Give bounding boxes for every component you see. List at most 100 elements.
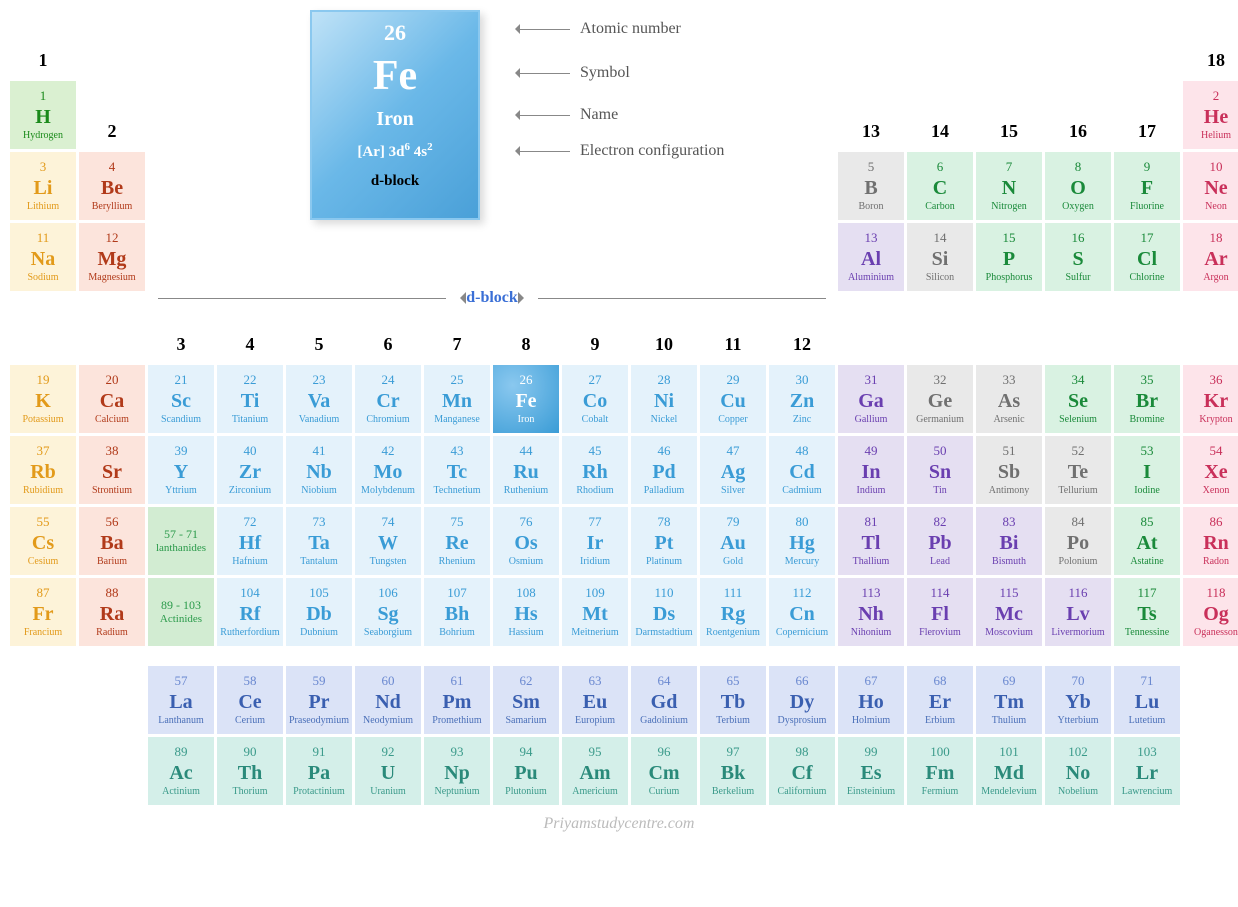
element-Lr[interactable]: 103LrLawrencium [1114, 737, 1180, 805]
element-Bk[interactable]: 97BkBerkelium [700, 737, 766, 805]
element-Mc[interactable]: 115McMoscovium [976, 578, 1042, 646]
element-Er[interactable]: 68ErErbium [907, 666, 973, 734]
element-Tl[interactable]: 81TlThallium [838, 507, 904, 575]
element-Se[interactable]: 34SeSelenium [1045, 365, 1111, 433]
element-W[interactable]: 74WTungsten [355, 507, 421, 575]
element-C[interactable]: 6CCarbon [907, 152, 973, 220]
element-Pm[interactable]: 61PmPromethium [424, 666, 490, 734]
element-Rh[interactable]: 45RhRhodium [562, 436, 628, 504]
element-Nb[interactable]: 41NbNiobium [286, 436, 352, 504]
element-Nd[interactable]: 60NdNeodymium [355, 666, 421, 734]
element-Os[interactable]: 76OsOsmium [493, 507, 559, 575]
element-Gd[interactable]: 64GdGadolinium [631, 666, 697, 734]
element-Re[interactable]: 75ReRhenium [424, 507, 490, 575]
element-Ti[interactable]: 22TiTitanium [217, 365, 283, 433]
element-Ru[interactable]: 44RuRuthenium [493, 436, 559, 504]
element-Ho[interactable]: 67HoHolmium [838, 666, 904, 734]
element-B[interactable]: 5BBoron [838, 152, 904, 220]
element-Ag[interactable]: 47AgSilver [700, 436, 766, 504]
element-He[interactable]: 2HeHelium [1183, 81, 1238, 149]
element-Br[interactable]: 35BrBromine [1114, 365, 1180, 433]
element-In[interactable]: 49InIndium [838, 436, 904, 504]
element-Cd[interactable]: 48CdCadmium [769, 436, 835, 504]
element-Pb[interactable]: 82PbLead [907, 507, 973, 575]
element-Pt[interactable]: 78PtPlatinum [631, 507, 697, 575]
element-Ca[interactable]: 20CaCalcium [79, 365, 145, 433]
element-Fm[interactable]: 100FmFermium [907, 737, 973, 805]
element-Lu[interactable]: 71LuLutetium [1114, 666, 1180, 734]
element-U[interactable]: 92UUranium [355, 737, 421, 805]
element-Tm[interactable]: 69TmThulium [976, 666, 1042, 734]
element-Ar[interactable]: 18ArArgon [1183, 223, 1238, 291]
element-Ts[interactable]: 117TsTennessine [1114, 578, 1180, 646]
element-Cr[interactable]: 24CrChromium [355, 365, 421, 433]
element-Nh[interactable]: 113NhNihonium [838, 578, 904, 646]
element-Cm[interactable]: 96CmCurium [631, 737, 697, 805]
element-Eu[interactable]: 63EuEuropium [562, 666, 628, 734]
element-Dy[interactable]: 66DyDysprosium [769, 666, 835, 734]
lanthanides-range-cell[interactable]: 57 - 71lanthanides [148, 507, 214, 575]
element-Rn[interactable]: 86RnRadon [1183, 507, 1238, 575]
element-Ba[interactable]: 56BaBarium [79, 507, 145, 575]
element-F[interactable]: 9FFluorine [1114, 152, 1180, 220]
element-Mt[interactable]: 109MtMeitnerium [562, 578, 628, 646]
element-Fl[interactable]: 114FlFlerovium [907, 578, 973, 646]
element-Xe[interactable]: 54XeXenon [1183, 436, 1238, 504]
element-Ta[interactable]: 73TaTantalum [286, 507, 352, 575]
element-Fe[interactable]: 26FeIron [493, 365, 559, 433]
element-Be[interactable]: 4BeBeryllium [79, 152, 145, 220]
element-Cu[interactable]: 29CuCopper [700, 365, 766, 433]
element-Lv[interactable]: 116LvLivermorium [1045, 578, 1111, 646]
element-Ir[interactable]: 77IrIridium [562, 507, 628, 575]
element-Hg[interactable]: 80HgMercury [769, 507, 835, 575]
element-Ni[interactable]: 28NiNickel [631, 365, 697, 433]
element-Fr[interactable]: 87FrFrancium [10, 578, 76, 646]
element-Cs[interactable]: 55CsCesium [10, 507, 76, 575]
element-Ce[interactable]: 58CeCerium [217, 666, 283, 734]
element-Ds[interactable]: 110DsDarmstadtium [631, 578, 697, 646]
element-Ne[interactable]: 10NeNeon [1183, 152, 1238, 220]
element-Og[interactable]: 118OgOganesson [1183, 578, 1238, 646]
element-Np[interactable]: 93NpNeptunium [424, 737, 490, 805]
element-Va[interactable]: 23VaVanadium [286, 365, 352, 433]
element-Rf[interactable]: 104RfRutherfordium [217, 578, 283, 646]
element-Pu[interactable]: 94PuPlutonium [493, 737, 559, 805]
element-N[interactable]: 7NNitrogen [976, 152, 1042, 220]
element-Yb[interactable]: 70YbYtterbium [1045, 666, 1111, 734]
element-Bh[interactable]: 107BhBohrium [424, 578, 490, 646]
element-Rg[interactable]: 111RgRoentgenium [700, 578, 766, 646]
element-I[interactable]: 53IIodine [1114, 436, 1180, 504]
element-Sn[interactable]: 50SnTin [907, 436, 973, 504]
element-P[interactable]: 15PPhosphorus [976, 223, 1042, 291]
element-Cn[interactable]: 112CnCopernicium [769, 578, 835, 646]
element-La[interactable]: 57LaLanthanum [148, 666, 214, 734]
element-Hf[interactable]: 72HfHafnium [217, 507, 283, 575]
actinides-range-cell[interactable]: 89 - 103Actinides [148, 578, 214, 646]
element-Pa[interactable]: 91PaProtactinium [286, 737, 352, 805]
element-Pd[interactable]: 46PdPalladium [631, 436, 697, 504]
element-Md[interactable]: 101MdMendelevium [976, 737, 1042, 805]
element-Si[interactable]: 14SiSilicon [907, 223, 973, 291]
element-Ac[interactable]: 89AcActinium [148, 737, 214, 805]
element-Au[interactable]: 79AuGold [700, 507, 766, 575]
element-Mo[interactable]: 42MoMolybdenum [355, 436, 421, 504]
element-Zn[interactable]: 30ZnZinc [769, 365, 835, 433]
element-Am[interactable]: 95AmAmericium [562, 737, 628, 805]
element-Mg[interactable]: 12MgMagnesium [79, 223, 145, 291]
element-Sb[interactable]: 51SbAntimony [976, 436, 1042, 504]
element-As[interactable]: 33AsArsenic [976, 365, 1042, 433]
element-Al[interactable]: 13AlAluminium [838, 223, 904, 291]
element-Es[interactable]: 99EsEinsteinium [838, 737, 904, 805]
element-Cl[interactable]: 17ClChlorine [1114, 223, 1180, 291]
element-Sc[interactable]: 21ScScandium [148, 365, 214, 433]
element-S[interactable]: 16SSulfur [1045, 223, 1111, 291]
element-Ga[interactable]: 31GaGallium [838, 365, 904, 433]
element-Hs[interactable]: 108HsHassium [493, 578, 559, 646]
element-Zr[interactable]: 40ZrZirconium [217, 436, 283, 504]
element-Te[interactable]: 52TeTellurium [1045, 436, 1111, 504]
element-Th[interactable]: 90ThThorium [217, 737, 283, 805]
element-Tc[interactable]: 43TcTechnetium [424, 436, 490, 504]
element-Bi[interactable]: 83BiBismuth [976, 507, 1042, 575]
element-Ra[interactable]: 88RaRadium [79, 578, 145, 646]
element-Tb[interactable]: 65TbTerbium [700, 666, 766, 734]
